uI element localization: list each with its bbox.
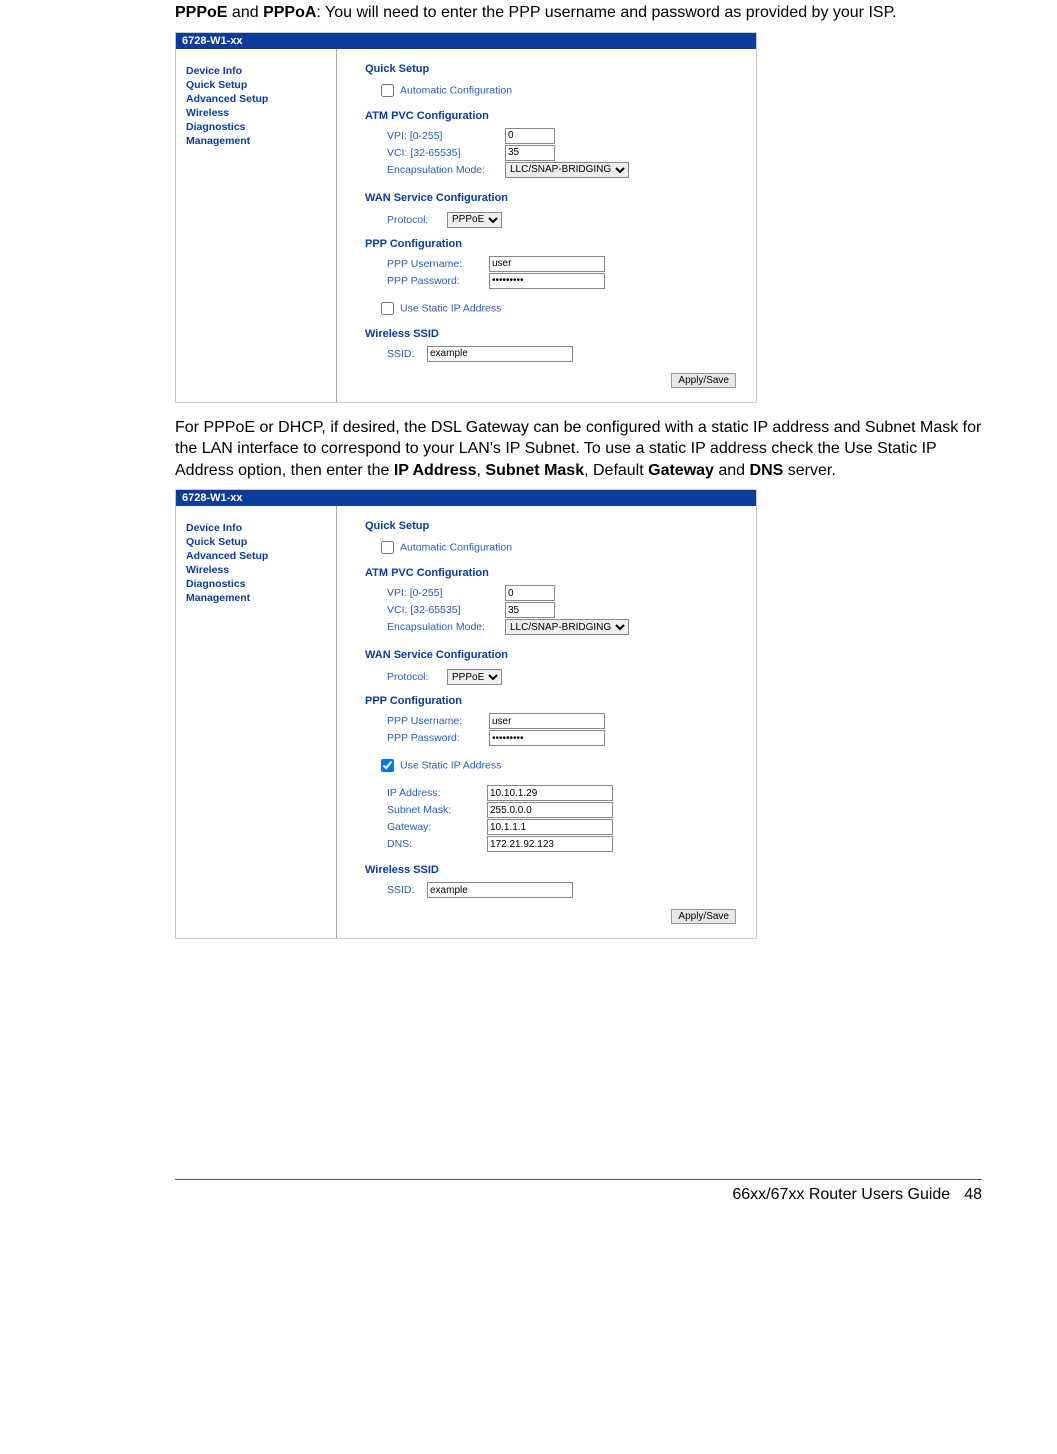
dns-input[interactable] <box>487 836 613 852</box>
ssid-input[interactable] <box>427 882 573 898</box>
text: : You will need to enter the PPP usernam… <box>316 4 896 21</box>
sidebar-item-quick-setup[interactable]: Quick Setup <box>186 536 336 548</box>
text-bold: DNS <box>750 462 784 479</box>
static-ip-label: Use Static IP Address <box>400 302 501 314</box>
ip-address-input[interactable] <box>487 785 613 801</box>
router-model-header: 6728-W1-xx <box>176 490 756 506</box>
ssid-label: SSID: <box>387 348 427 360</box>
section-title-atm: ATM PVC Configuration <box>365 567 746 579</box>
static-ip-row: Use Static IP Address <box>377 756 746 775</box>
paragraph: PPPoE and PPPoA: You will need to enter … <box>175 2 982 24</box>
vci-label: VCI: [32-65535] <box>387 604 505 616</box>
vci-input[interactable] <box>505 602 555 618</box>
ppp-username-label: PPP Username: <box>387 258 489 270</box>
vpi-label: VPI: [0-255] <box>387 130 505 142</box>
vpi-input[interactable] <box>505 585 555 601</box>
sidebar-item-management[interactable]: Management <box>186 135 336 147</box>
text-bold: IP Address <box>394 462 477 479</box>
sidebar-item-wireless[interactable]: Wireless <box>186 564 336 576</box>
sidebar-item-quick-setup[interactable]: Quick Setup <box>186 79 336 91</box>
sidebar-item-device-info[interactable]: Device Info <box>186 522 336 534</box>
section-title-ppp: PPP Configuration <box>365 238 746 250</box>
apply-save-button[interactable]: Apply/Save <box>671 373 736 388</box>
subnet-mask-label: Subnet Mask: <box>387 804 487 816</box>
static-ip-checkbox[interactable] <box>381 759 394 772</box>
text: and <box>714 462 750 479</box>
protocol-label: Protocol: <box>387 671 447 683</box>
auto-config-label: Automatic Configuration <box>400 542 512 554</box>
ssid-input[interactable] <box>427 346 573 362</box>
encap-label: Encapsulation Mode: <box>387 621 505 633</box>
auto-config-label: Automatic Configuration <box>400 84 512 96</box>
sidebar: Device Info Quick Setup Advanced Setup W… <box>176 506 337 938</box>
ssid-label: SSID: <box>387 884 427 896</box>
page-title: Quick Setup <box>365 63 746 75</box>
auto-config-checkbox[interactable] <box>381 541 394 554</box>
text: and <box>227 4 263 21</box>
ppp-username-input[interactable] <box>489 256 605 272</box>
page-footer: 66xx/67xx Router Users Guide 48 <box>175 1179 982 1204</box>
protocol-select[interactable]: PPPoE <box>447 669 502 685</box>
section-title-ssid: Wireless SSID <box>365 864 746 876</box>
vpi-input[interactable] <box>505 128 555 144</box>
protocol-label: Protocol: <box>387 214 447 226</box>
section-title-wan: WAN Service Configuration <box>365 649 746 661</box>
auto-config-row: Automatic Configuration <box>377 538 746 557</box>
gateway-input[interactable] <box>487 819 613 835</box>
ppp-username-input[interactable] <box>489 713 605 729</box>
text-bold: Gateway <box>648 462 714 479</box>
gateway-label: Gateway: <box>387 821 487 833</box>
sidebar-item-device-info[interactable]: Device Info <box>186 65 336 77</box>
section-title-atm: ATM PVC Configuration <box>365 110 746 122</box>
router-ui-screenshot: 6728-W1-xx Device Info Quick Setup Advan… <box>175 32 757 403</box>
auto-config-row: Automatic Configuration <box>377 81 746 100</box>
router-content: Quick Setup Automatic Configuration ATM … <box>337 49 756 402</box>
page-title: Quick Setup <box>365 520 746 532</box>
text-bold: PPPoE <box>175 4 227 21</box>
sidebar-item-diagnostics[interactable]: Diagnostics <box>186 578 336 590</box>
text-bold: Subnet Mask <box>485 462 584 479</box>
sidebar-item-management[interactable]: Management <box>186 592 336 604</box>
sidebar: Device Info Quick Setup Advanced Setup W… <box>176 49 337 402</box>
encap-select[interactable]: LLC/SNAP-BRIDGING <box>505 162 629 178</box>
section-title-ppp: PPP Configuration <box>365 695 746 707</box>
ppp-password-label: PPP Password: <box>387 275 489 287</box>
paragraph: For PPPoE or DHCP, if desired, the DSL G… <box>175 417 982 482</box>
sidebar-item-diagnostics[interactable]: Diagnostics <box>186 121 336 133</box>
dns-label: DNS: <box>387 838 487 850</box>
vpi-label: VPI: [0-255] <box>387 587 505 599</box>
subnet-mask-input[interactable] <box>487 802 613 818</box>
apply-save-button[interactable]: Apply/Save <box>671 909 736 924</box>
static-ip-row: Use Static IP Address <box>377 299 746 318</box>
ip-address-label: IP Address: <box>387 787 487 799</box>
static-ip-checkbox[interactable] <box>381 302 394 315</box>
protocol-select[interactable]: PPPoE <box>447 212 502 228</box>
encap-select[interactable]: LLC/SNAP-BRIDGING <box>505 619 629 635</box>
encap-label: Encapsulation Mode: <box>387 164 505 176</box>
static-ip-label: Use Static IP Address <box>400 760 501 772</box>
router-content: Quick Setup Automatic Configuration ATM … <box>337 506 756 938</box>
text-bold: PPPoA <box>263 4 316 21</box>
ppp-password-input[interactable] <box>489 730 605 746</box>
router-model-header: 6728-W1-xx <box>176 33 756 49</box>
text: , Default <box>584 462 648 479</box>
ppp-username-label: PPP Username: <box>387 715 489 727</box>
section-title-ssid: Wireless SSID <box>365 328 746 340</box>
vci-input[interactable] <box>505 145 555 161</box>
router-ui-screenshot: 6728-W1-xx Device Info Quick Setup Advan… <box>175 489 757 939</box>
auto-config-checkbox[interactable] <box>381 84 394 97</box>
ppp-password-input[interactable] <box>489 273 605 289</box>
sidebar-item-wireless[interactable]: Wireless <box>186 107 336 119</box>
vci-label: VCI: [32-65535] <box>387 147 505 159</box>
sidebar-item-advanced-setup[interactable]: Advanced Setup <box>186 550 336 562</box>
text: server. <box>783 462 835 479</box>
ppp-password-label: PPP Password: <box>387 732 489 744</box>
footer-guide-title: 66xx/67xx Router Users Guide <box>732 1186 950 1204</box>
section-title-wan: WAN Service Configuration <box>365 192 746 204</box>
sidebar-item-advanced-setup[interactable]: Advanced Setup <box>186 93 336 105</box>
footer-page-number: 48 <box>964 1186 982 1204</box>
